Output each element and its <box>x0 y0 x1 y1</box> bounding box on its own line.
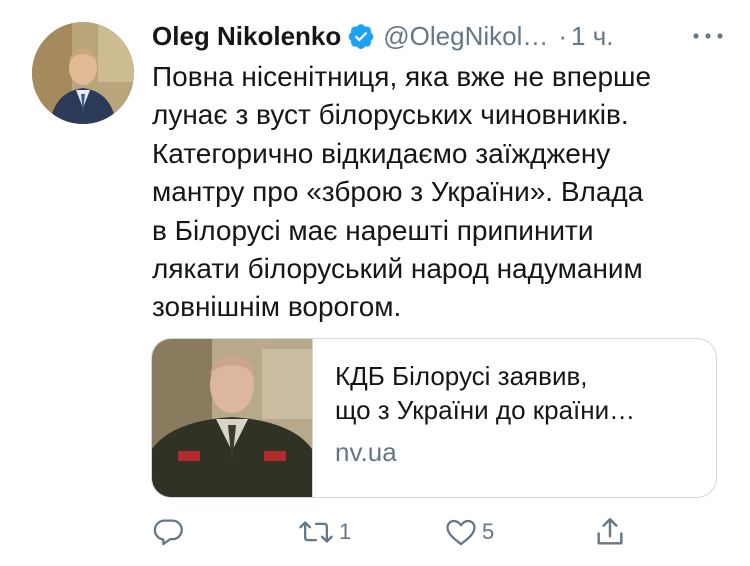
tweet-text-line: мантру про «зброю з України». Влада <box>152 176 644 208</box>
heart-icon <box>444 515 478 549</box>
tweet-text-line: в Білорусі має нарешті припинити <box>152 214 594 246</box>
author-handle[interactable]: @OlegNikol… <box>383 21 548 52</box>
tweet-text: Повна нісенітниця, яка вже не вперше лун… <box>152 58 722 327</box>
retweet-icon <box>297 515 335 549</box>
share-icon <box>593 515 627 549</box>
tweet-header: Oleg Nikolenko @OlegNikol… · 1 ч. <box>152 18 732 54</box>
card-body: КДБ Білорусі заявив, що з України до кра… <box>313 339 635 497</box>
tweet-text-line: лякати білоруський народ надуманим <box>152 253 643 285</box>
tweet-actions: 1 5 <box>152 512 632 552</box>
card-title-line: КДБ Білорусі заявив, <box>335 361 588 391</box>
retweet-count: 1 <box>339 519 352 544</box>
retweet-button[interactable]: 1 <box>297 512 351 552</box>
share-button[interactable] <box>593 512 627 552</box>
like-count: 5 <box>482 519 495 544</box>
tweet-text-line: лунає з вуст білоруських чиновників. <box>152 99 629 131</box>
card-title-line: що з України до країни… <box>335 395 636 425</box>
separator-dot: · <box>558 20 568 51</box>
tweet-text-line: зовнішнім ворогом. <box>152 291 402 323</box>
like-button[interactable]: 5 <box>444 512 494 552</box>
more-dots-icon[interactable] <box>688 24 728 48</box>
verified-badge-icon <box>347 22 375 50</box>
link-preview-card[interactable]: КДБ Білорусі заявив, що з України до кра… <box>151 338 717 498</box>
avatar[interactable] <box>32 22 134 124</box>
card-domain: nv.ua <box>335 437 397 467</box>
reply-button[interactable] <box>152 512 190 552</box>
author-name[interactable]: Oleg Nikolenko <box>152 21 341 52</box>
avatar-image <box>32 22 134 124</box>
reply-bubble-icon <box>152 515 186 549</box>
card-thumbnail <box>152 339 313 497</box>
tweet-text-line: Повна нісенітниця, яка вже не вперше <box>152 61 652 92</box>
tweet-text-line: Категорично відкидаємо заїжджену <box>152 137 611 169</box>
timestamp[interactable]: 1 ч. <box>571 21 613 52</box>
